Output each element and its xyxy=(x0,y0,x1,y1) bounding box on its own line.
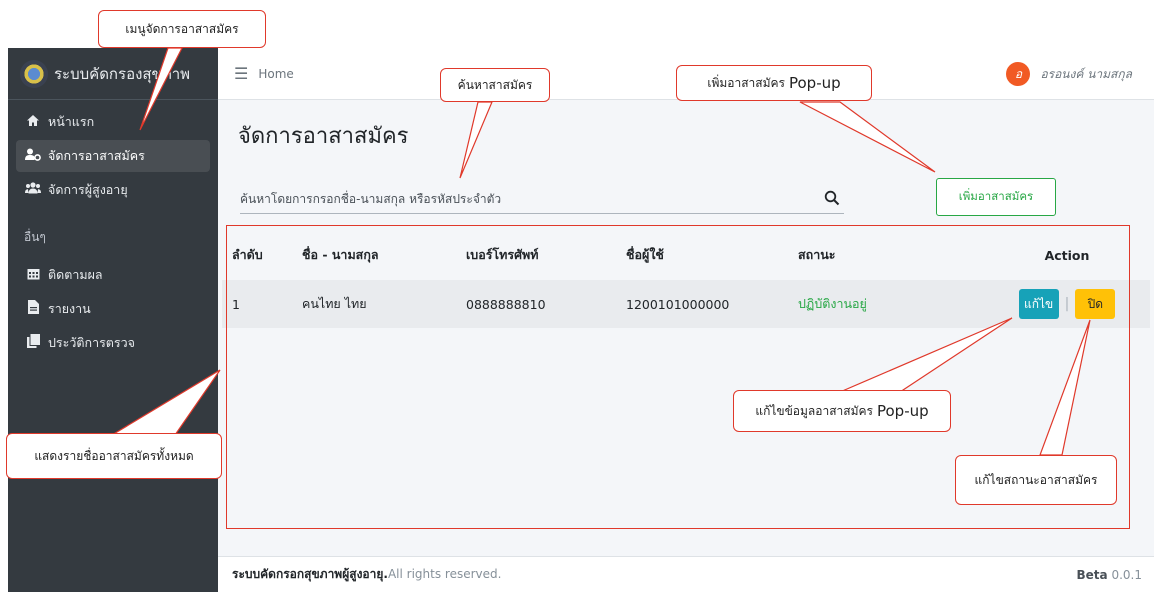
calendar-icon xyxy=(24,267,42,284)
annotation-edit-popup: แก้ไขข้อมูลอาสาสมัคร Pop-up xyxy=(733,390,951,432)
user-name: อรอนงค์ นามสกุล xyxy=(1040,66,1132,81)
annotation-menu: เมนูจัดการอาสาสมัคร xyxy=(98,10,266,48)
copy-icon xyxy=(24,334,42,352)
footer-brand[interactable]: ระบบคัดกรอกสุขภาพผู้สูงอายุ. xyxy=(232,567,388,581)
brand-title: ระบบคัดกรองสุขภาพ xyxy=(54,64,191,83)
search-bar xyxy=(240,186,844,214)
sidebar-section-header: อื่นๆ xyxy=(24,230,46,244)
search-icon[interactable] xyxy=(824,190,840,206)
sidebar-item-history[interactable]: ประวัติการตรวจ xyxy=(16,327,210,359)
version-number: 0.0.1 xyxy=(1111,567,1142,582)
menu-toggle-icon[interactable]: ☰ xyxy=(234,64,248,83)
annotation-search-text: ค้นหาสาสมัคร xyxy=(457,77,533,92)
footer-copyright: ระบบคัดกรอกสุขภาพผู้สูงอายุ.All rights r… xyxy=(232,565,501,584)
sidebar-item-elderly[interactable]: จัดการผู้สูงอายุ xyxy=(16,174,210,206)
sidebar-item-label: จัดการผู้สูงอายุ xyxy=(48,182,128,197)
brand[interactable]: ระบบคัดกรองสุขภาพ xyxy=(8,48,218,100)
sidebar-nav-other: ติดตามผล รายงาน ประวัติการตรวจ xyxy=(8,253,218,367)
version-label: Beta xyxy=(1076,567,1108,582)
sidebar-nav: หน้าแรก จัดการอาสาสมัคร จัดการผู้สูงอายุ xyxy=(8,100,218,214)
annotation-edit-popup-word: Pop-up xyxy=(876,402,929,420)
annotation-list-all: แสดงรายชื่ออาสาสมัครทั้งหมด xyxy=(6,433,222,479)
footer-rights: All rights reserved. xyxy=(387,567,502,581)
sidebar-item-label: ประวัติการตรวจ xyxy=(48,335,135,350)
add-volunteer-button[interactable]: เพิ่มอาสาสมัคร xyxy=(936,178,1056,216)
user-menu[interactable]: อ อรอนงค์ นามสกุล xyxy=(1006,62,1132,86)
annotation-list-text: แสดงรายชื่ออาสาสมัครทั้งหมด xyxy=(34,448,194,463)
user-cog-icon xyxy=(24,148,42,165)
search-input[interactable] xyxy=(240,186,800,212)
page-title: จัดการอาสาสมัคร xyxy=(238,124,409,149)
home-link[interactable]: Home xyxy=(258,67,293,81)
sidebar: ระบบคัดกรองสุขภาพ หน้าแรก จัดการอาสาสมัค… xyxy=(8,48,218,592)
annotation-status-text: แก้ไขสถานะอาสาสมัคร xyxy=(974,472,1098,487)
annotation-add-popup: เพิ่มอาสาสมัคร Pop-up xyxy=(676,65,872,101)
users-icon xyxy=(24,182,42,198)
file-icon xyxy=(24,300,42,318)
sidebar-item-volunteers[interactable]: จัดการอาสาสมัคร xyxy=(16,140,210,172)
sidebar-item-followup[interactable]: ติดตามผล xyxy=(16,259,210,291)
annotation-add-popup-word: Pop-up xyxy=(788,74,841,92)
sidebar-item-label: จัดการอาสาสมัคร xyxy=(48,148,145,163)
sidebar-item-home[interactable]: หน้าแรก xyxy=(16,106,210,138)
sidebar-item-report[interactable]: รายงาน xyxy=(16,293,210,325)
annotation-add-text: เพิ่มอาสาสมัคร xyxy=(707,75,785,90)
sidebar-item-label: รายงาน xyxy=(48,301,91,316)
annotation-edit-status: แก้ไขสถานะอาสาสมัคร xyxy=(955,455,1117,505)
avatar: อ xyxy=(1006,62,1031,86)
sidebar-item-label: ติดตามผล xyxy=(48,267,103,282)
footer: ระบบคัดกรอกสุขภาพผู้สูงอายุ.All rights r… xyxy=(218,556,1154,592)
brand-logo-icon xyxy=(20,59,48,88)
annotation-menu-text: เมนูจัดการอาสาสมัคร xyxy=(125,21,239,36)
home-icon xyxy=(24,114,42,131)
annotation-search: ค้นหาสาสมัคร xyxy=(440,68,550,102)
annotation-edit-text: แก้ไขข้อมูลอาสาสมัคร xyxy=(755,403,873,418)
sidebar-item-label: หน้าแรก xyxy=(48,114,95,129)
footer-version: Beta 0.0.1 xyxy=(1077,568,1143,582)
